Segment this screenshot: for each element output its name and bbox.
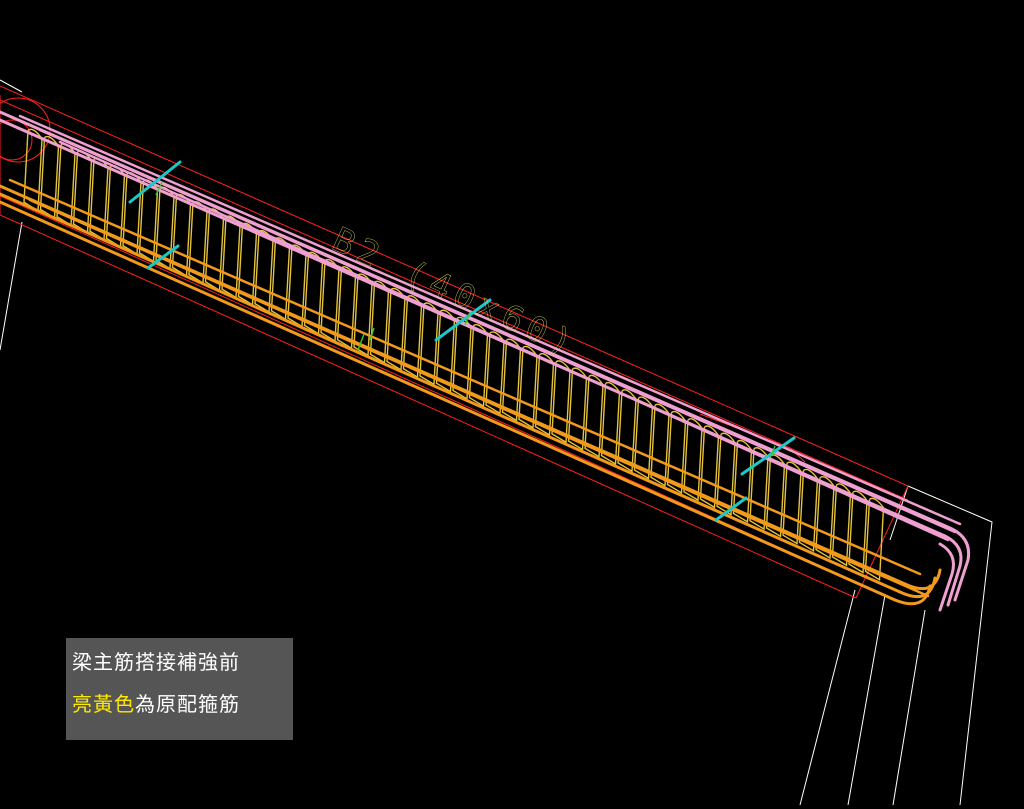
caption-line-2: 亮黃色為原配箍筋 (72, 690, 293, 718)
annotation-caption-box: 梁主筋搭接補強前 亮黃色為原配箍筋 (66, 638, 293, 740)
caption-highlight-text: 亮黃色 (72, 692, 135, 716)
caption-line-1: 梁主筋搭接補強前 (72, 650, 240, 674)
caption-rest-text: 為原配箍筋 (135, 692, 240, 716)
